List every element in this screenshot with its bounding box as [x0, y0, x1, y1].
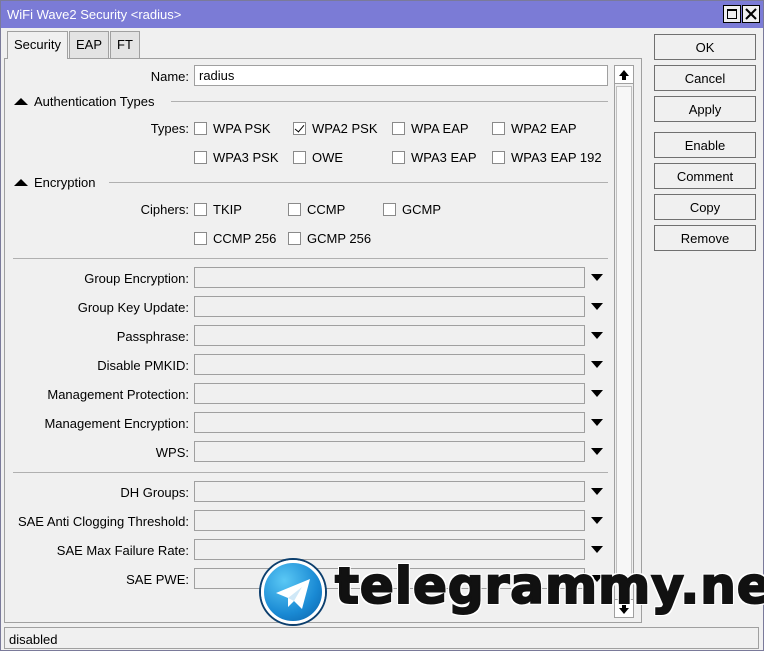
dialog-window: WiFi Wave2 Security <radius> Security EA… — [0, 0, 764, 651]
dropdown-arrow-icon[interactable] — [591, 274, 603, 281]
wpa-eap-label: WPA EAP — [411, 121, 469, 136]
wpa3-psk-label: WPA3 PSK — [213, 150, 279, 165]
maximize-icon — [727, 9, 737, 19]
ciphers-label: Ciphers: — [140, 202, 189, 217]
dropdown-arrow-icon[interactable] — [591, 517, 603, 524]
status-bar: disabled — [4, 627, 759, 649]
tkip-checkbox[interactable] — [194, 203, 207, 216]
window-title: WiFi Wave2 Security <radius> — [7, 7, 182, 22]
divider — [13, 472, 608, 473]
wpa2-eap-checkbox[interactable] — [492, 122, 505, 135]
sae-max-failure-rate-label: SAE Max Failure Rate: — [56, 543, 189, 558]
collapse-triangle-icon — [14, 98, 28, 105]
group-key-update-field[interactable] — [194, 296, 585, 317]
sae-pwe-label: SAE PWE: — [126, 572, 189, 587]
section-divider — [171, 101, 608, 102]
wpa-eap-checkbox[interactable] — [392, 122, 405, 135]
dh-groups-field[interactable] — [194, 481, 585, 502]
title-bar[interactable]: WiFi Wave2 Security <radius> — [1, 1, 763, 28]
wpa3-eap-192-label: WPA3 EAP 192 — [511, 150, 602, 165]
vertical-scrollbar[interactable] — [614, 65, 634, 618]
wpa2-psk-checkbox[interactable] — [293, 122, 306, 135]
wps-label: WPS: — [155, 445, 189, 460]
ccmp-checkbox[interactable] — [288, 203, 301, 216]
wps-field[interactable] — [194, 441, 585, 462]
ccmp-label: CCMP — [307, 202, 346, 217]
ccmp-256-checkbox[interactable] — [194, 232, 207, 245]
auth-types-section-header[interactable]: Authentication Types — [14, 94, 154, 109]
cancel-button[interactable]: Cancel — [654, 65, 756, 91]
management-protection-field[interactable] — [194, 383, 585, 404]
scrollbar-thumb[interactable] — [616, 86, 632, 576]
divider — [13, 258, 608, 259]
wpa3-psk-checkbox[interactable] — [194, 151, 207, 164]
status-text: disabled — [9, 632, 58, 647]
arrow-up-icon — [619, 70, 629, 80]
wpa2-eap-label: WPA2 EAP — [511, 121, 577, 136]
tab-ft[interactable]: FT — [110, 31, 140, 58]
ccmp-256-label: CCMP 256 — [213, 231, 277, 246]
disable-pmkid-field[interactable] — [194, 354, 585, 375]
dropdown-arrow-icon[interactable] — [591, 332, 603, 339]
group-key-update-label: Group Key Update: — [77, 300, 189, 315]
dropdown-arrow-icon[interactable] — [591, 488, 603, 495]
scroll-up-button[interactable] — [615, 66, 633, 84]
wpa3-eap-checkbox[interactable] — [392, 151, 405, 164]
apply-button[interactable]: Apply — [654, 96, 756, 122]
owe-checkbox[interactable] — [293, 151, 306, 164]
dropdown-arrow-icon[interactable] — [591, 361, 603, 368]
name-input[interactable]: radius — [194, 65, 608, 86]
watermark: telegrammy.net — [259, 556, 764, 627]
remove-button[interactable]: Remove — [654, 225, 756, 251]
dh-groups-label: DH Groups: — [120, 485, 189, 500]
owe-label: OWE — [312, 150, 344, 165]
dropdown-arrow-icon[interactable] — [591, 303, 603, 310]
wpa3-eap-label: WPA3 EAP — [411, 150, 477, 165]
encryption-section-header[interactable]: Encryption — [14, 175, 95, 190]
group-encryption-label: Group Encryption: — [84, 271, 189, 286]
collapse-triangle-icon — [14, 179, 28, 186]
wpa-psk-checkbox[interactable] — [194, 122, 207, 135]
telegram-logo-icon — [261, 560, 325, 624]
wpa2-psk-label: WPA2 PSK — [312, 121, 378, 136]
dropdown-arrow-icon[interactable] — [591, 419, 603, 426]
group-encryption-field[interactable] — [194, 267, 585, 288]
sae-anti-clogging-label: SAE Anti Clogging Threshold: — [17, 514, 189, 529]
gcmp-checkbox[interactable] — [383, 203, 396, 216]
tab-eap[interactable]: EAP — [69, 31, 110, 58]
management-encryption-label: Management Encryption: — [44, 416, 189, 431]
gcmp-256-label: GCMP 256 — [307, 231, 372, 246]
copy-button[interactable]: Copy — [654, 194, 756, 220]
management-encryption-field[interactable] — [194, 412, 585, 433]
tab-security[interactable]: Security — [7, 31, 68, 59]
comment-button[interactable]: Comment — [654, 163, 756, 189]
types-label: Types: — [150, 121, 189, 136]
auth-types-title: Authentication Types — [34, 94, 155, 109]
ok-button[interactable]: OK — [654, 34, 756, 60]
dropdown-arrow-icon[interactable] — [591, 448, 603, 455]
encryption-title: Encryption — [34, 175, 96, 190]
section-divider — [109, 182, 608, 183]
sae-anti-clogging-field[interactable] — [194, 510, 585, 531]
passphrase-label: Passphrase: — [116, 329, 189, 344]
dropdown-arrow-icon[interactable] — [591, 390, 603, 397]
gcmp-label: GCMP — [402, 202, 441, 217]
passphrase-field[interactable] — [194, 325, 585, 346]
management-protection-label: Management Protection: — [47, 387, 189, 402]
dropdown-arrow-icon[interactable] — [591, 546, 603, 553]
enable-button[interactable]: Enable — [654, 132, 756, 158]
watermark-text: telegrammy.net — [334, 556, 764, 616]
wpa-psk-label: WPA PSK — [213, 121, 271, 136]
wpa3-eap-192-checkbox[interactable] — [492, 151, 505, 164]
gcmp-256-checkbox[interactable] — [288, 232, 301, 245]
tkip-label: TKIP — [213, 202, 242, 217]
close-icon — [745, 8, 757, 20]
maximize-button[interactable] — [723, 5, 741, 23]
name-label: Name: — [150, 69, 189, 84]
close-button[interactable] — [742, 5, 760, 23]
disable-pmkid-label: Disable PMKID: — [97, 358, 189, 373]
